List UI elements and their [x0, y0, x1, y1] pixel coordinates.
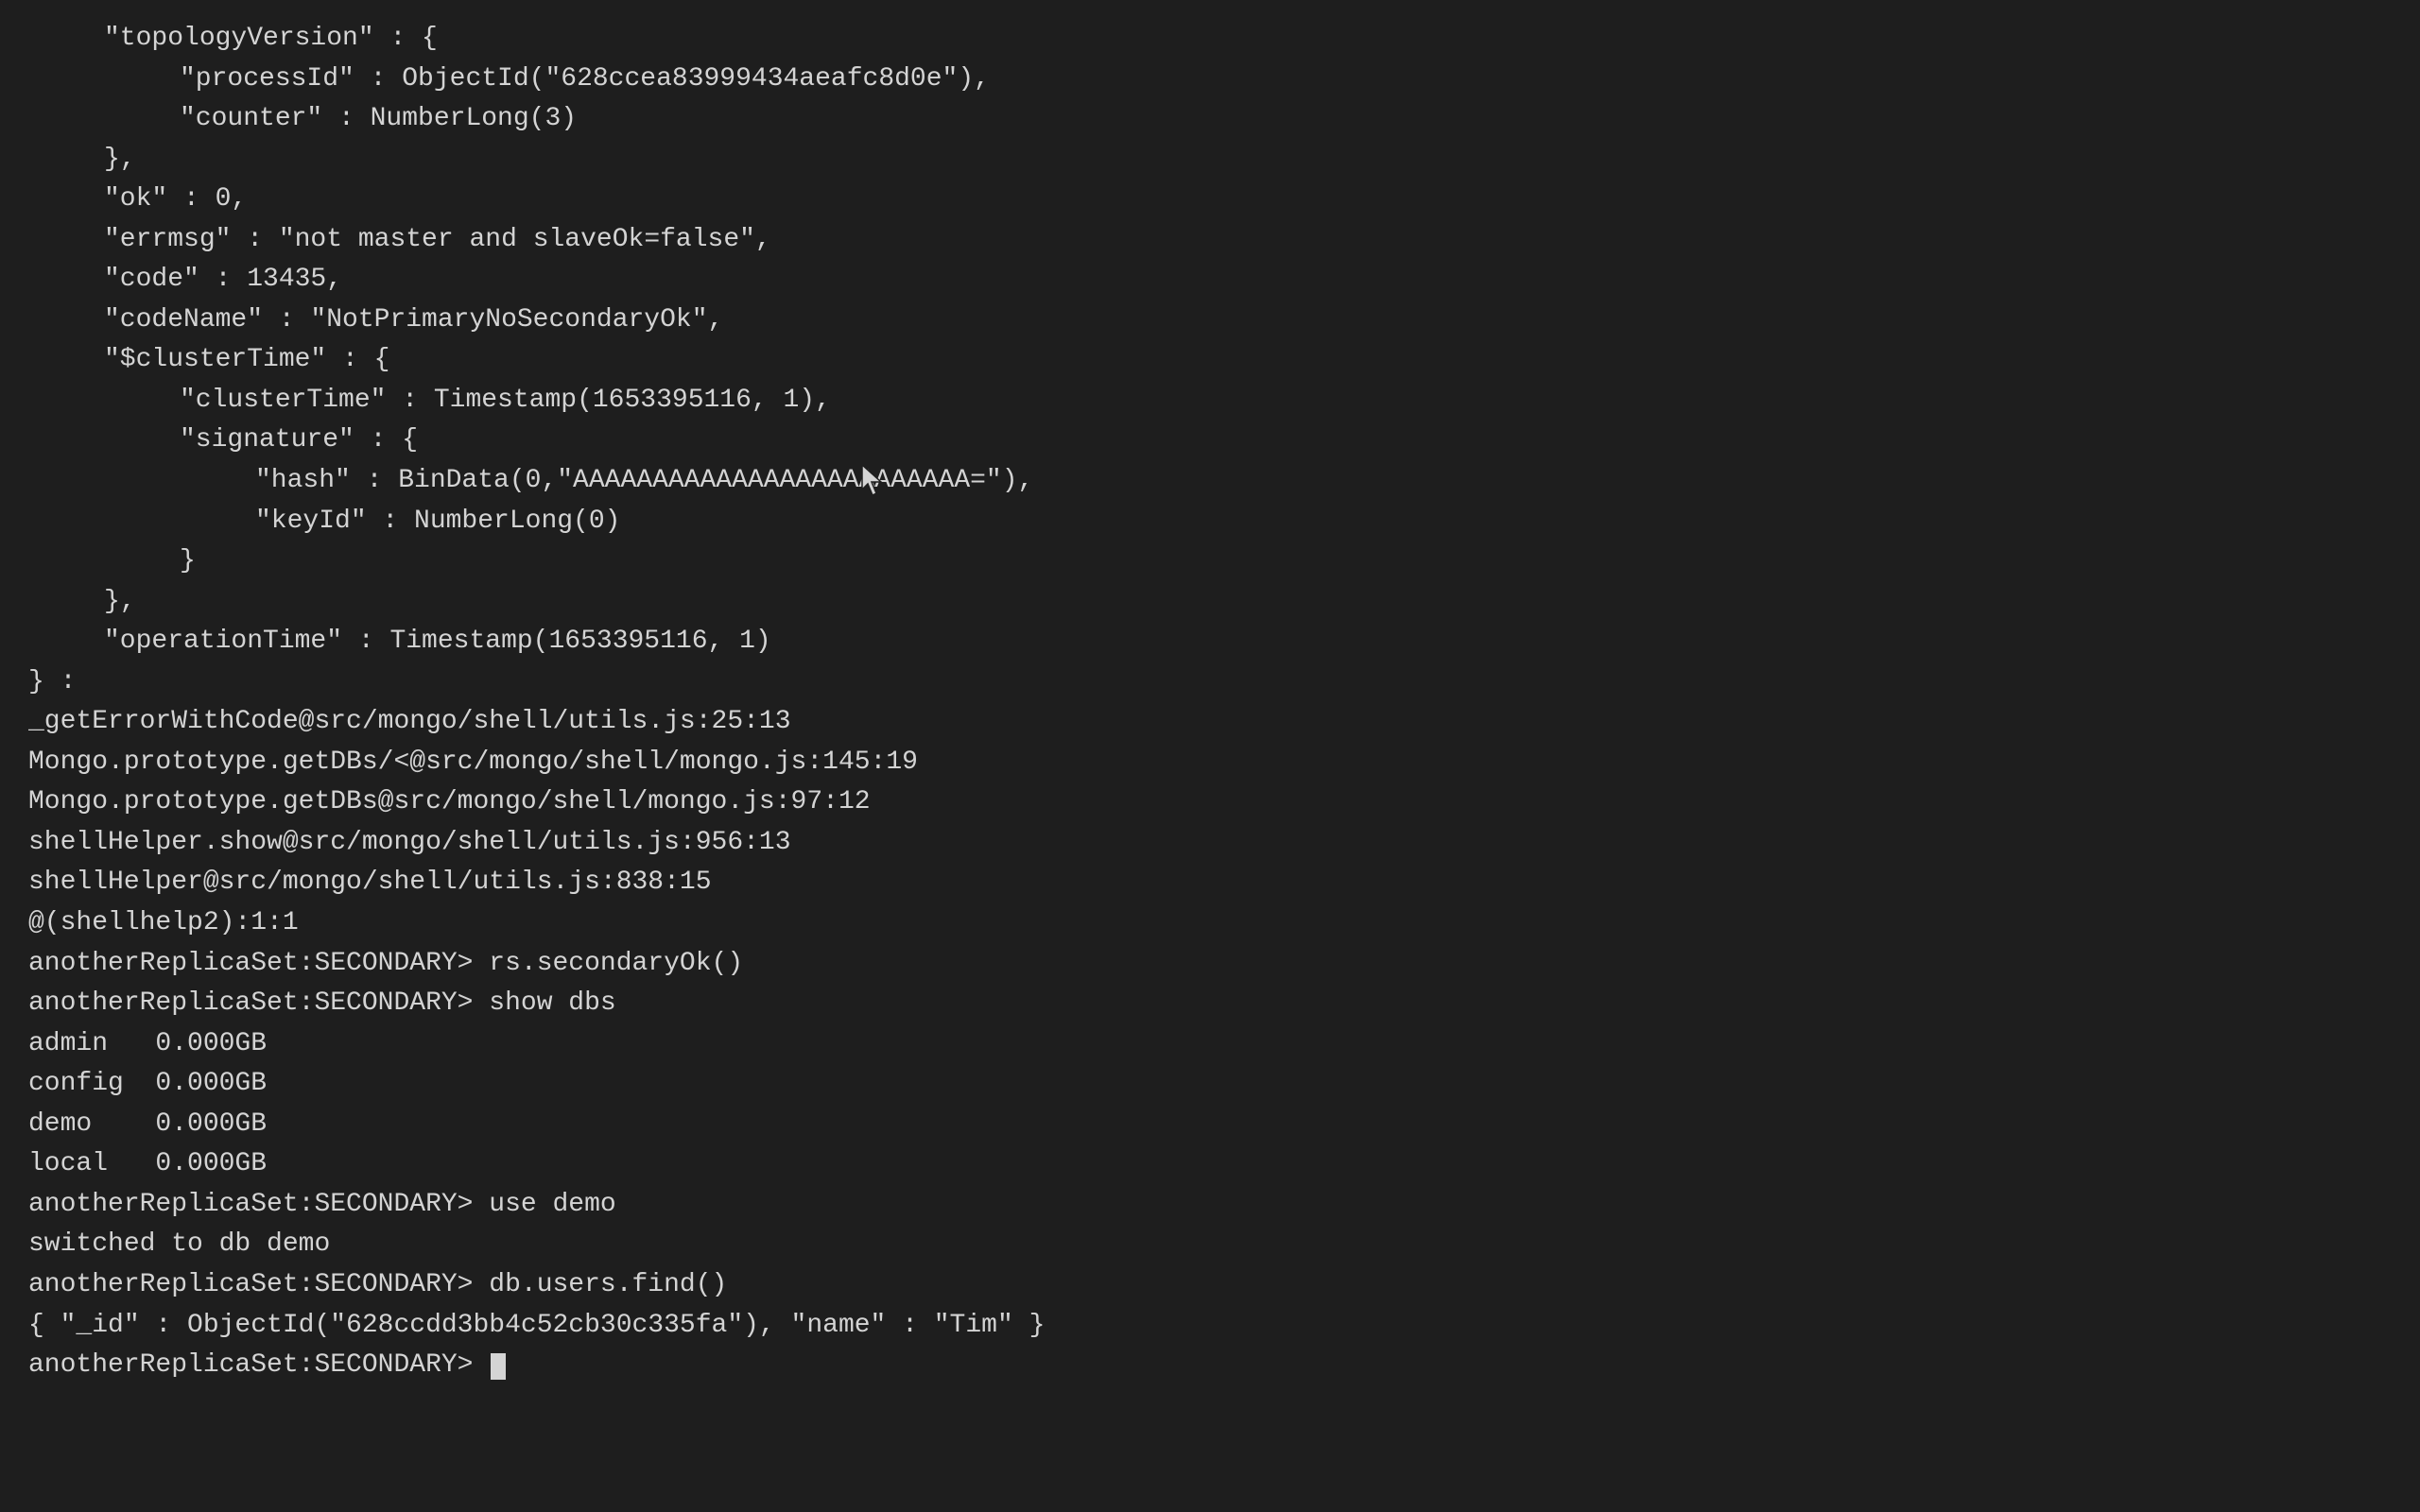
line-stack1: _getErrorWithCode@src/mongo/shell/utils.… [28, 702, 2392, 743]
line-ok: "ok" : 0, [28, 180, 2392, 220]
line-stack4: shellHelper.show@src/mongo/shell/utils.j… [28, 823, 2392, 864]
line-hash: "hash" : BinData(0,"AAAAAAAAAAAAAAAAAAAA… [28, 461, 2392, 502]
line-close1: }, [28, 140, 2392, 180]
line-root-close: } : [28, 662, 2392, 703]
line-prompt-final[interactable]: anotherReplicaSet:SECONDARY> [28, 1346, 2392, 1386]
line-prompt-secondary-ok: anotherReplicaSet:SECONDARY> rs.secondar… [28, 944, 2392, 985]
prompt-label-final: anotherReplicaSet:SECONDARY> [28, 1350, 489, 1380]
line-process-id: "processId" : ObjectId("628ccea83999434a… [28, 60, 2392, 100]
line-topology-version: "topologyVersion" : { [28, 19, 2392, 60]
line-counter: "counter" : NumberLong(3) [28, 99, 2392, 140]
line-signature-open: "signature" : { [28, 421, 2392, 461]
line-clustertime-val: "clusterTime" : Timestamp(1653395116, 1)… [28, 381, 2392, 421]
terminal: "topologyVersion" : { "processId" : Obje… [28, 19, 2392, 1493]
line-prompt-show-dbs: anotherReplicaSet:SECONDARY> show dbs [28, 984, 2392, 1024]
command-secondary-ok: rs.secondaryOk() [489, 949, 743, 978]
line-operation-time: "operationTime" : Timestamp(1653395116, … [28, 622, 2392, 662]
line-clustertime-close: }, [28, 582, 2392, 623]
line-code: "code" : 13435, [28, 260, 2392, 301]
command-find: db.users.find() [489, 1270, 727, 1299]
line-db-local: local 0.000GB [28, 1144, 2392, 1185]
line-stack5: shellHelper@src/mongo/shell/utils.js:838… [28, 863, 2392, 903]
prompt-label-2: anotherReplicaSet:SECONDARY> [28, 988, 489, 1018]
line-sig-close: } [28, 541, 2392, 582]
line-prompt-find: anotherReplicaSet:SECONDARY> db.users.fi… [28, 1265, 2392, 1306]
prompt-label: anotherReplicaSet:SECONDARY> [28, 949, 489, 978]
line-stack2: Mongo.prototype.getDBs/<@src/mongo/shell… [28, 743, 2392, 783]
line-find-result: { "_id" : ObjectId("628ccdd3bb4c52cb30c3… [28, 1306, 2392, 1347]
terminal-cursor [491, 1353, 506, 1380]
line-keyid: "keyId" : NumberLong(0) [28, 502, 2392, 542]
line-switched: switched to db demo [28, 1225, 2392, 1265]
line-clustertime-open: "$clusterTime" : { [28, 340, 2392, 381]
command-show-dbs: show dbs [489, 988, 615, 1018]
line-codename: "codeName" : "NotPrimaryNoSecondaryOk", [28, 301, 2392, 341]
prompt-label-4: anotherReplicaSet:SECONDARY> [28, 1270, 489, 1299]
line-prompt-use-demo: anotherReplicaSet:SECONDARY> use demo [28, 1185, 2392, 1226]
line-db-config: config 0.000GB [28, 1064, 2392, 1105]
line-stack3: Mongo.prototype.getDBs@src/mongo/shell/m… [28, 782, 2392, 823]
command-use-demo: use demo [489, 1190, 615, 1219]
line-db-demo: demo 0.000GB [28, 1105, 2392, 1145]
line-stack6: @(shellhelp2):1:1 [28, 903, 2392, 944]
line-errmsg: "errmsg" : "not master and slaveOk=false… [28, 220, 2392, 261]
prompt-label-3: anotherReplicaSet:SECONDARY> [28, 1190, 489, 1219]
line-db-admin: admin 0.000GB [28, 1024, 2392, 1065]
